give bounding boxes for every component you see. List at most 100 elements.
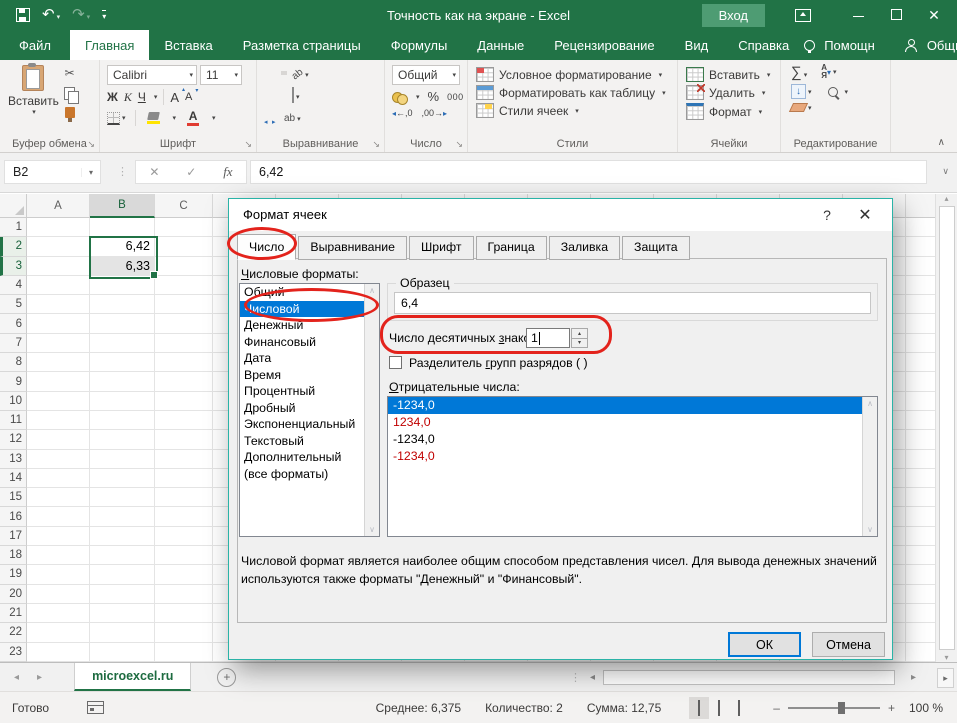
cell-B8[interactable] (90, 353, 155, 372)
clipboard-dialog-launcher[interactable]: ↘ (87, 140, 95, 149)
cell[interactable] (906, 372, 935, 391)
scroll-up-icon[interactable]: ▴ (944, 194, 948, 203)
macro-record-icon[interactable] (87, 701, 104, 714)
close-button[interactable]: ✕ (919, 7, 949, 24)
clear-button[interactable]: ▾ (791, 103, 812, 112)
format-painter-button[interactable] (65, 107, 75, 118)
row-header-3[interactable]: 3 (0, 257, 27, 276)
cell-B12[interactable] (90, 430, 155, 449)
cell-A6[interactable] (27, 314, 90, 333)
align-top-button[interactable] (265, 71, 271, 75)
cell-C23[interactable] (155, 643, 213, 662)
row-header-13[interactable]: 13 (0, 450, 27, 469)
select-all-corner[interactable] (0, 194, 27, 218)
insert-cells-button[interactable]: Вставить▾ (686, 67, 780, 82)
cell[interactable] (906, 488, 935, 507)
vertical-scrollbar[interactable]: ▴ ▾ (935, 194, 957, 662)
percent-style-button[interactable]: % (428, 89, 440, 104)
dialog-tab-Шрифт[interactable]: Шрифт (409, 236, 473, 260)
ribbon-tab-Файл[interactable]: Файл (0, 30, 70, 60)
underline-button[interactable]: Ч (138, 90, 146, 104)
ribbon-display-options-icon[interactable] (795, 9, 811, 22)
cell-A23[interactable] (27, 643, 90, 662)
dialog-tab-Граница[interactable]: Граница (476, 236, 547, 260)
font-name-combo[interactable]: Calibri▾ (107, 65, 197, 85)
save-icon[interactable] (16, 8, 30, 22)
wrap-text-button[interactable]: ab▾ (281, 108, 304, 126)
cell-C15[interactable] (155, 488, 213, 507)
align-left-button[interactable] (265, 93, 271, 97)
cell-A17[interactable] (27, 527, 90, 546)
number-format-combo[interactable]: Общий▾ (392, 65, 460, 85)
cell-C11[interactable] (155, 411, 213, 430)
format-category-item[interactable]: Дополнительный (240, 449, 364, 466)
shrink-font-button[interactable]: А▾ (185, 91, 192, 103)
format-category-item[interactable]: Денежный (240, 317, 364, 334)
page-layout-view-button[interactable] (709, 697, 729, 719)
cell-A1[interactable] (27, 218, 90, 237)
cell-B2[interactable]: 6,42 (90, 237, 155, 256)
cell[interactable] (906, 237, 935, 256)
number-format-category-list[interactable]: ОбщийЧисловойДенежныйФинансовыйДатаВремя… (239, 283, 380, 537)
cell-B3[interactable]: 6,33 (90, 257, 155, 276)
format-cells-button[interactable]: Формат▾ (686, 103, 780, 120)
format-category-item[interactable]: Экспоненциальный (240, 416, 364, 433)
cell-C14[interactable] (155, 469, 213, 488)
cell[interactable] (906, 643, 935, 662)
copy-button[interactable] (64, 87, 75, 100)
cell-A18[interactable] (27, 546, 90, 565)
cell-A3[interactable] (27, 257, 90, 276)
row-header-11[interactable]: 11 (0, 411, 27, 430)
cell[interactable] (906, 314, 935, 333)
cell-A11[interactable] (27, 411, 90, 430)
row-header-20[interactable]: 20 (0, 585, 27, 604)
collapse-ribbon-button[interactable]: ∧ (938, 137, 945, 148)
cell[interactable] (906, 334, 935, 353)
negative-numbers-list[interactable]: -1234,01234,0-1234,0-1234,0 ∧∨ (387, 396, 878, 537)
row-header-10[interactable]: 10 (0, 392, 27, 411)
format-category-item[interactable]: Дата (240, 350, 364, 367)
bold-button[interactable]: Ж (107, 90, 118, 104)
cell-A14[interactable] (27, 469, 90, 488)
cell-A5[interactable] (27, 295, 90, 314)
cell-A15[interactable] (27, 488, 90, 507)
spinner-down-icon[interactable]: ▾ (572, 339, 587, 348)
row-header-22[interactable]: 22 (0, 623, 27, 642)
cell-B17[interactable] (90, 527, 155, 546)
row-header-15[interactable]: 15 (0, 488, 27, 507)
zoom-level[interactable]: 100 % (909, 701, 943, 715)
cell-B21[interactable] (90, 604, 155, 623)
alignment-dialog-launcher[interactable]: ↘ (372, 140, 380, 149)
negative-number-item[interactable]: 1234,0 (388, 414, 862, 431)
tab-scroll-splitter[interactable]: ⋮ (570, 671, 582, 684)
cell-A22[interactable] (27, 623, 90, 642)
align-center-button[interactable] (273, 93, 279, 97)
dialog-tab-Число[interactable]: Число (237, 234, 296, 260)
thousands-separator-checkbox[interactable] (389, 356, 402, 369)
column-header-A[interactable]: A (27, 194, 90, 218)
format-category-item[interactable]: Общий (240, 284, 364, 301)
cell-C3[interactable] (155, 257, 213, 276)
cell-C2[interactable] (155, 237, 213, 256)
font-color-button[interactable]: А (185, 109, 201, 127)
format-category-item[interactable]: Процентный (240, 383, 364, 400)
format-category-item[interactable]: Числовой (240, 301, 364, 318)
horizontal-scrollbar-thumb[interactable] (603, 670, 895, 685)
autosum-button[interactable]: ∑▾ (791, 65, 807, 80)
comma-style-button[interactable]: 000 (447, 92, 464, 102)
dialog-tab-Защита[interactable]: Защита (622, 236, 690, 260)
row-header-5[interactable]: 5 (0, 295, 27, 314)
cell[interactable] (906, 585, 935, 604)
format-category-item[interactable]: Финансовый (240, 334, 364, 351)
assistant-tab[interactable]: Помощн (824, 38, 875, 53)
cell-B4[interactable] (90, 276, 155, 295)
merge-center-button[interactable]: ▾ (289, 86, 303, 104)
row-header-17[interactable]: 17 (0, 527, 27, 546)
fill-color-button[interactable] (145, 111, 162, 125)
redo-button[interactable]: ↷▾ (72, 6, 90, 24)
cell-C1[interactable] (155, 218, 213, 237)
cell[interactable] (906, 507, 935, 526)
row-header-23[interactable]: 23 (0, 643, 27, 662)
format-category-item[interactable]: Дробный (240, 400, 364, 417)
spinner-up-icon[interactable]: ▴ (572, 329, 587, 339)
